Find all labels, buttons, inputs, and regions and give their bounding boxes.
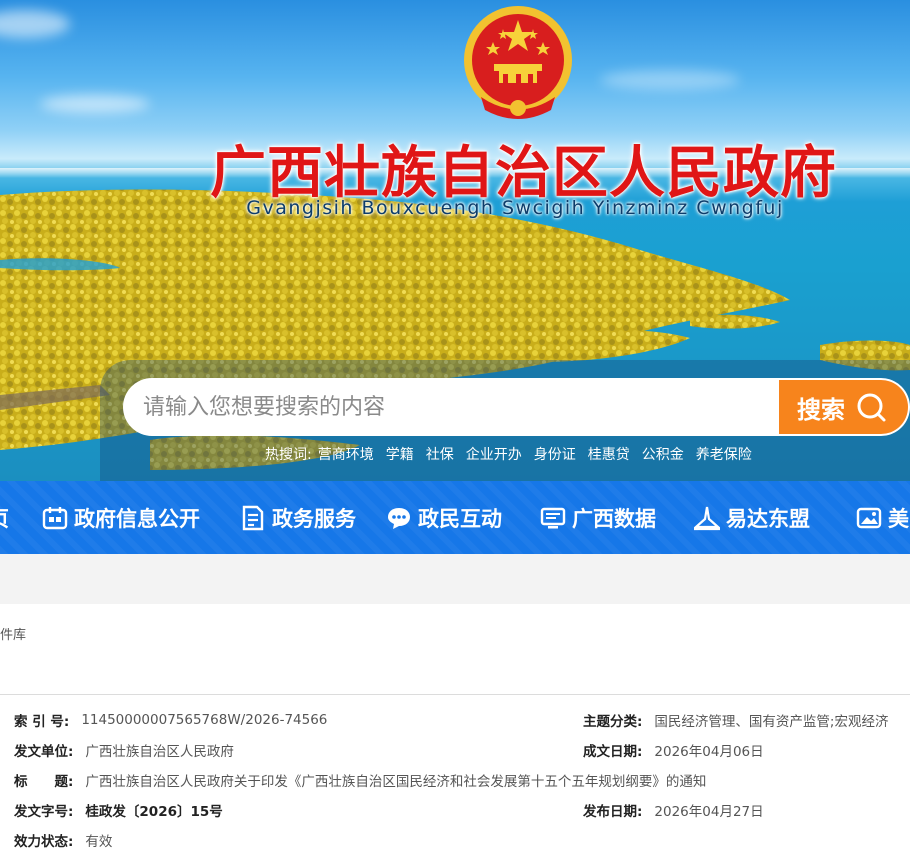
meta-label: 发布日期: [583,804,643,820]
hot-word-link[interactable]: 身份证 [534,444,576,464]
meta-value: 11450000007565768W/2026-74566 [81,712,328,728]
chat-icon [388,507,410,529]
search-box [123,378,779,436]
meta-value: 有效 [85,834,113,850]
hot-word-link[interactable]: 企业开办 [466,444,522,464]
meta-published-date: 发布日期: 2026年04月27日 [583,799,764,821]
meta-label: 索 引 号: [14,714,70,730]
divider [0,694,910,695]
nav-item-asean[interactable]: 易达东盟 [694,481,810,554]
document-icon [242,505,264,530]
meta-status: 效力状态: 有效 [14,829,112,851]
hot-word-link[interactable]: 桂惠贷 [588,444,630,464]
meta-value: 2026年04月06日 [654,744,764,760]
meta-issuer: 发文单位: 广西壮族自治区人民政府 [14,739,234,761]
landmark-icon [694,506,720,530]
nav-item-gov-service[interactable]: 政务服务 [240,481,356,554]
nav-item-gov-info[interactable]: 政府信息公开 [42,481,200,554]
nav-item-label: 政府信息公开 [74,506,200,531]
nav-item-label: 美 [888,506,909,531]
main-nav: 页 政府信息公开 政务服务 政民互动 [0,481,910,554]
nav-item-home[interactable]: 页 [0,481,9,554]
hot-word-link[interactable]: 公积金 [642,444,684,464]
nav-item-label: 页 [0,503,9,533]
section-band [0,554,910,604]
meta-value: 2026年04月27日 [654,804,764,820]
picture-icon [856,507,882,528]
hot-word-link[interactable]: 养老保险 [696,444,752,464]
meta-value: 国民经济管理、国有资产监管;宏观经济 [654,714,889,730]
hot-word-link[interactable]: 学籍 [386,444,414,464]
nav-item-label: 广西数据 [572,506,656,531]
hot-word-link[interactable]: 社保 [426,444,454,464]
meta-value: 桂政发〔2026〕15号 [85,804,223,820]
hot-search-words: 热搜词: 营商环境 学籍 社保 企业开办 身份证 桂惠贷 公积金 养老保险 [265,444,764,464]
nav-item-label: 政民互动 [418,506,502,531]
nav-item-data[interactable]: 广西数据 [540,481,656,554]
meta-index: 索 引 号: 11450000007565768W/2026-74566 [14,709,327,731]
meta-value: 广西壮族自治区人民政府 [85,744,234,760]
meta-label: 发文字号: [14,804,74,820]
meta-label: 标 题: [14,774,74,790]
meta-value: 广西壮族自治区人民政府关于印发《广西壮族自治区国民经济和社会发展第十五个五年规划… [85,774,707,790]
search-button[interactable]: 搜索 [779,378,910,436]
monitor-icon [540,507,566,528]
nav-item-label: 政务服务 [272,506,356,531]
meta-created-date: 成文日期: 2026年04月06日 [583,739,764,761]
meta-label: 效力状态: [14,834,74,850]
meta-title: 标 题: 广西壮族自治区人民政府关于印发《广西壮族自治区国民经济和社会发展第十五… [14,769,706,791]
hot-search-label: 热搜词: [265,447,312,463]
meta-label: 主题分类: [583,714,643,730]
site-subtitle: Gvangjsih Bouxcuengh Swcigih Yinzminz Cw… [246,197,784,219]
nav-item-label: 易达东盟 [726,506,810,531]
calendar-icon [42,506,68,529]
nav-item-beauty[interactable]: 美 [856,481,909,554]
national-emblem-icon [464,6,572,119]
search-button-label: 搜索 [797,395,845,424]
meta-label: 成文日期: [583,744,643,760]
search-input[interactable] [143,390,743,424]
nav-item-interaction[interactable]: 政民互动 [386,481,502,554]
breadcrumb[interactable]: 件库 [0,624,26,643]
search-icon [857,393,886,422]
hot-word-link[interactable]: 营商环境 [318,444,374,464]
meta-doc-number: 发文字号: 桂政发〔2026〕15号 [14,799,223,821]
meta-topic: 主题分类: 国民经济管理、国有资产监管;宏观经济 [583,709,888,731]
meta-label: 发文单位: [14,744,74,760]
